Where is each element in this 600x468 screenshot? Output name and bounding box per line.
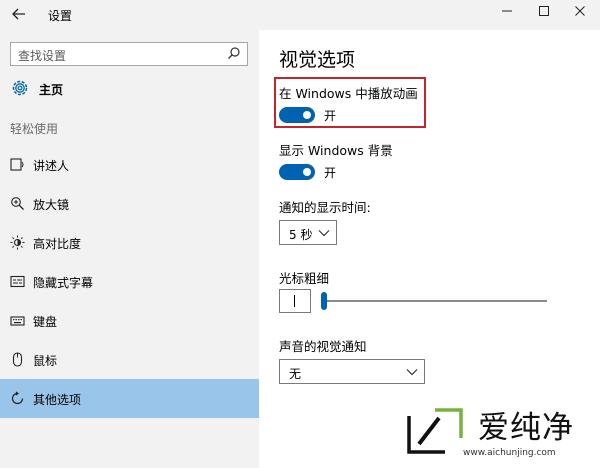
cursor-thickness-slider[interactable] <box>321 292 547 310</box>
sidebar-item-high-contrast[interactable]: 高对比度 <box>0 223 259 262</box>
sidebar-item-label: 高对比度 <box>33 237 82 251</box>
sidebar-item-closed-captions[interactable]: 隐藏式字幕 <box>0 262 259 301</box>
high-contrast-icon <box>10 235 25 250</box>
close-icon <box>575 6 585 16</box>
chevron-down-icon <box>318 230 330 237</box>
narrator-icon <box>10 158 24 171</box>
slider-thumb[interactable] <box>321 292 327 310</box>
cursor-thickness-label: 光标粗细 <box>279 271 330 286</box>
sidebar-item-label: 放大镜 <box>33 198 70 212</box>
gear-icon <box>12 80 28 96</box>
closed-captions-icon <box>10 275 25 288</box>
show-background-label: 显示 Windows 背景 <box>279 143 393 158</box>
notification-time-value: 5 秒 <box>289 228 313 242</box>
sidebar-item-mouse[interactable]: 鼠标 <box>0 340 259 379</box>
toggle-knob <box>303 111 311 119</box>
sidebar-item-label: 隐藏式字幕 <box>33 276 94 290</box>
window-title: 设置 <box>48 9 73 23</box>
search-placeholder: 查找设置 <box>18 49 67 63</box>
other-options-icon <box>11 391 24 405</box>
sidebar-item-keyboard[interactable]: 键盘 <box>0 301 259 340</box>
visual-notifications-dropdown[interactable]: 无 <box>279 359 425 384</box>
watermark-logo-icon <box>407 408 463 454</box>
watermark-url: www.aichunjing.com <box>463 448 556 458</box>
play-animations-label: 在 Windows 中播放动画 <box>279 86 418 101</box>
maximize-icon <box>539 6 549 16</box>
close-button[interactable] <box>563 0 597 30</box>
minimize-icon <box>502 10 512 12</box>
sidebar-item-magnifier[interactable]: 放大镜 <box>0 184 259 223</box>
play-animations-state: 开 <box>324 109 337 123</box>
sidebar-item-narrator[interactable]: 讲述人 <box>0 145 259 184</box>
cursor-preview <box>279 289 311 313</box>
text-cursor-preview <box>294 295 295 307</box>
play-animations-toggle[interactable] <box>279 107 315 123</box>
show-background-state: 开 <box>324 166 337 180</box>
search-icon[interactable] <box>227 46 241 60</box>
sidebar-item-label: 讲述人 <box>33 159 70 173</box>
sidebar-item-other-options[interactable]: 其他选项 <box>0 379 259 418</box>
sidebar-item-label: 键盘 <box>33 315 58 329</box>
mouse-icon <box>12 352 23 367</box>
title-bar: 设置 <box>0 0 600 30</box>
sidebar-home-label: 主页 <box>39 83 64 97</box>
minimize-button[interactable] <box>490 0 524 30</box>
back-arrow-icon <box>12 8 25 20</box>
page-title: 视觉选项 <box>279 49 356 71</box>
search-input[interactable]: 查找设置 <box>10 42 248 66</box>
sidebar-section-label: 轻松使用 <box>10 122 59 136</box>
settings-window: 设置 查找设置 主页 轻松使用 讲述人 放大镜 高对比度 隐藏式字幕 键盘 鼠标… <box>0 0 600 468</box>
visual-notifications-label: 声音的视觉通知 <box>279 339 367 354</box>
watermark: 爱纯净 www.aichunjing.com <box>405 400 595 464</box>
show-background-toggle[interactable] <box>279 164 315 180</box>
sidebar: 查找设置 主页 轻松使用 讲述人 放大镜 高对比度 隐藏式字幕 键盘 鼠标 其他… <box>0 30 259 468</box>
sidebar-item-label: 鼠标 <box>33 354 58 368</box>
keyboard-icon <box>10 316 25 326</box>
chevron-down-icon <box>406 369 418 376</box>
back-button[interactable] <box>10 5 28 23</box>
notification-time-label: 通知的显示时间: <box>279 200 371 215</box>
notification-time-dropdown[interactable]: 5 秒 <box>279 220 337 245</box>
sidebar-item-label: 其他选项 <box>33 393 82 407</box>
visual-notifications-value: 无 <box>289 367 302 381</box>
watermark-text: 爱纯净 <box>478 410 574 446</box>
magnifier-icon <box>11 197 24 210</box>
maximize-button[interactable] <box>527 0 561 30</box>
toggle-knob <box>303 168 311 176</box>
